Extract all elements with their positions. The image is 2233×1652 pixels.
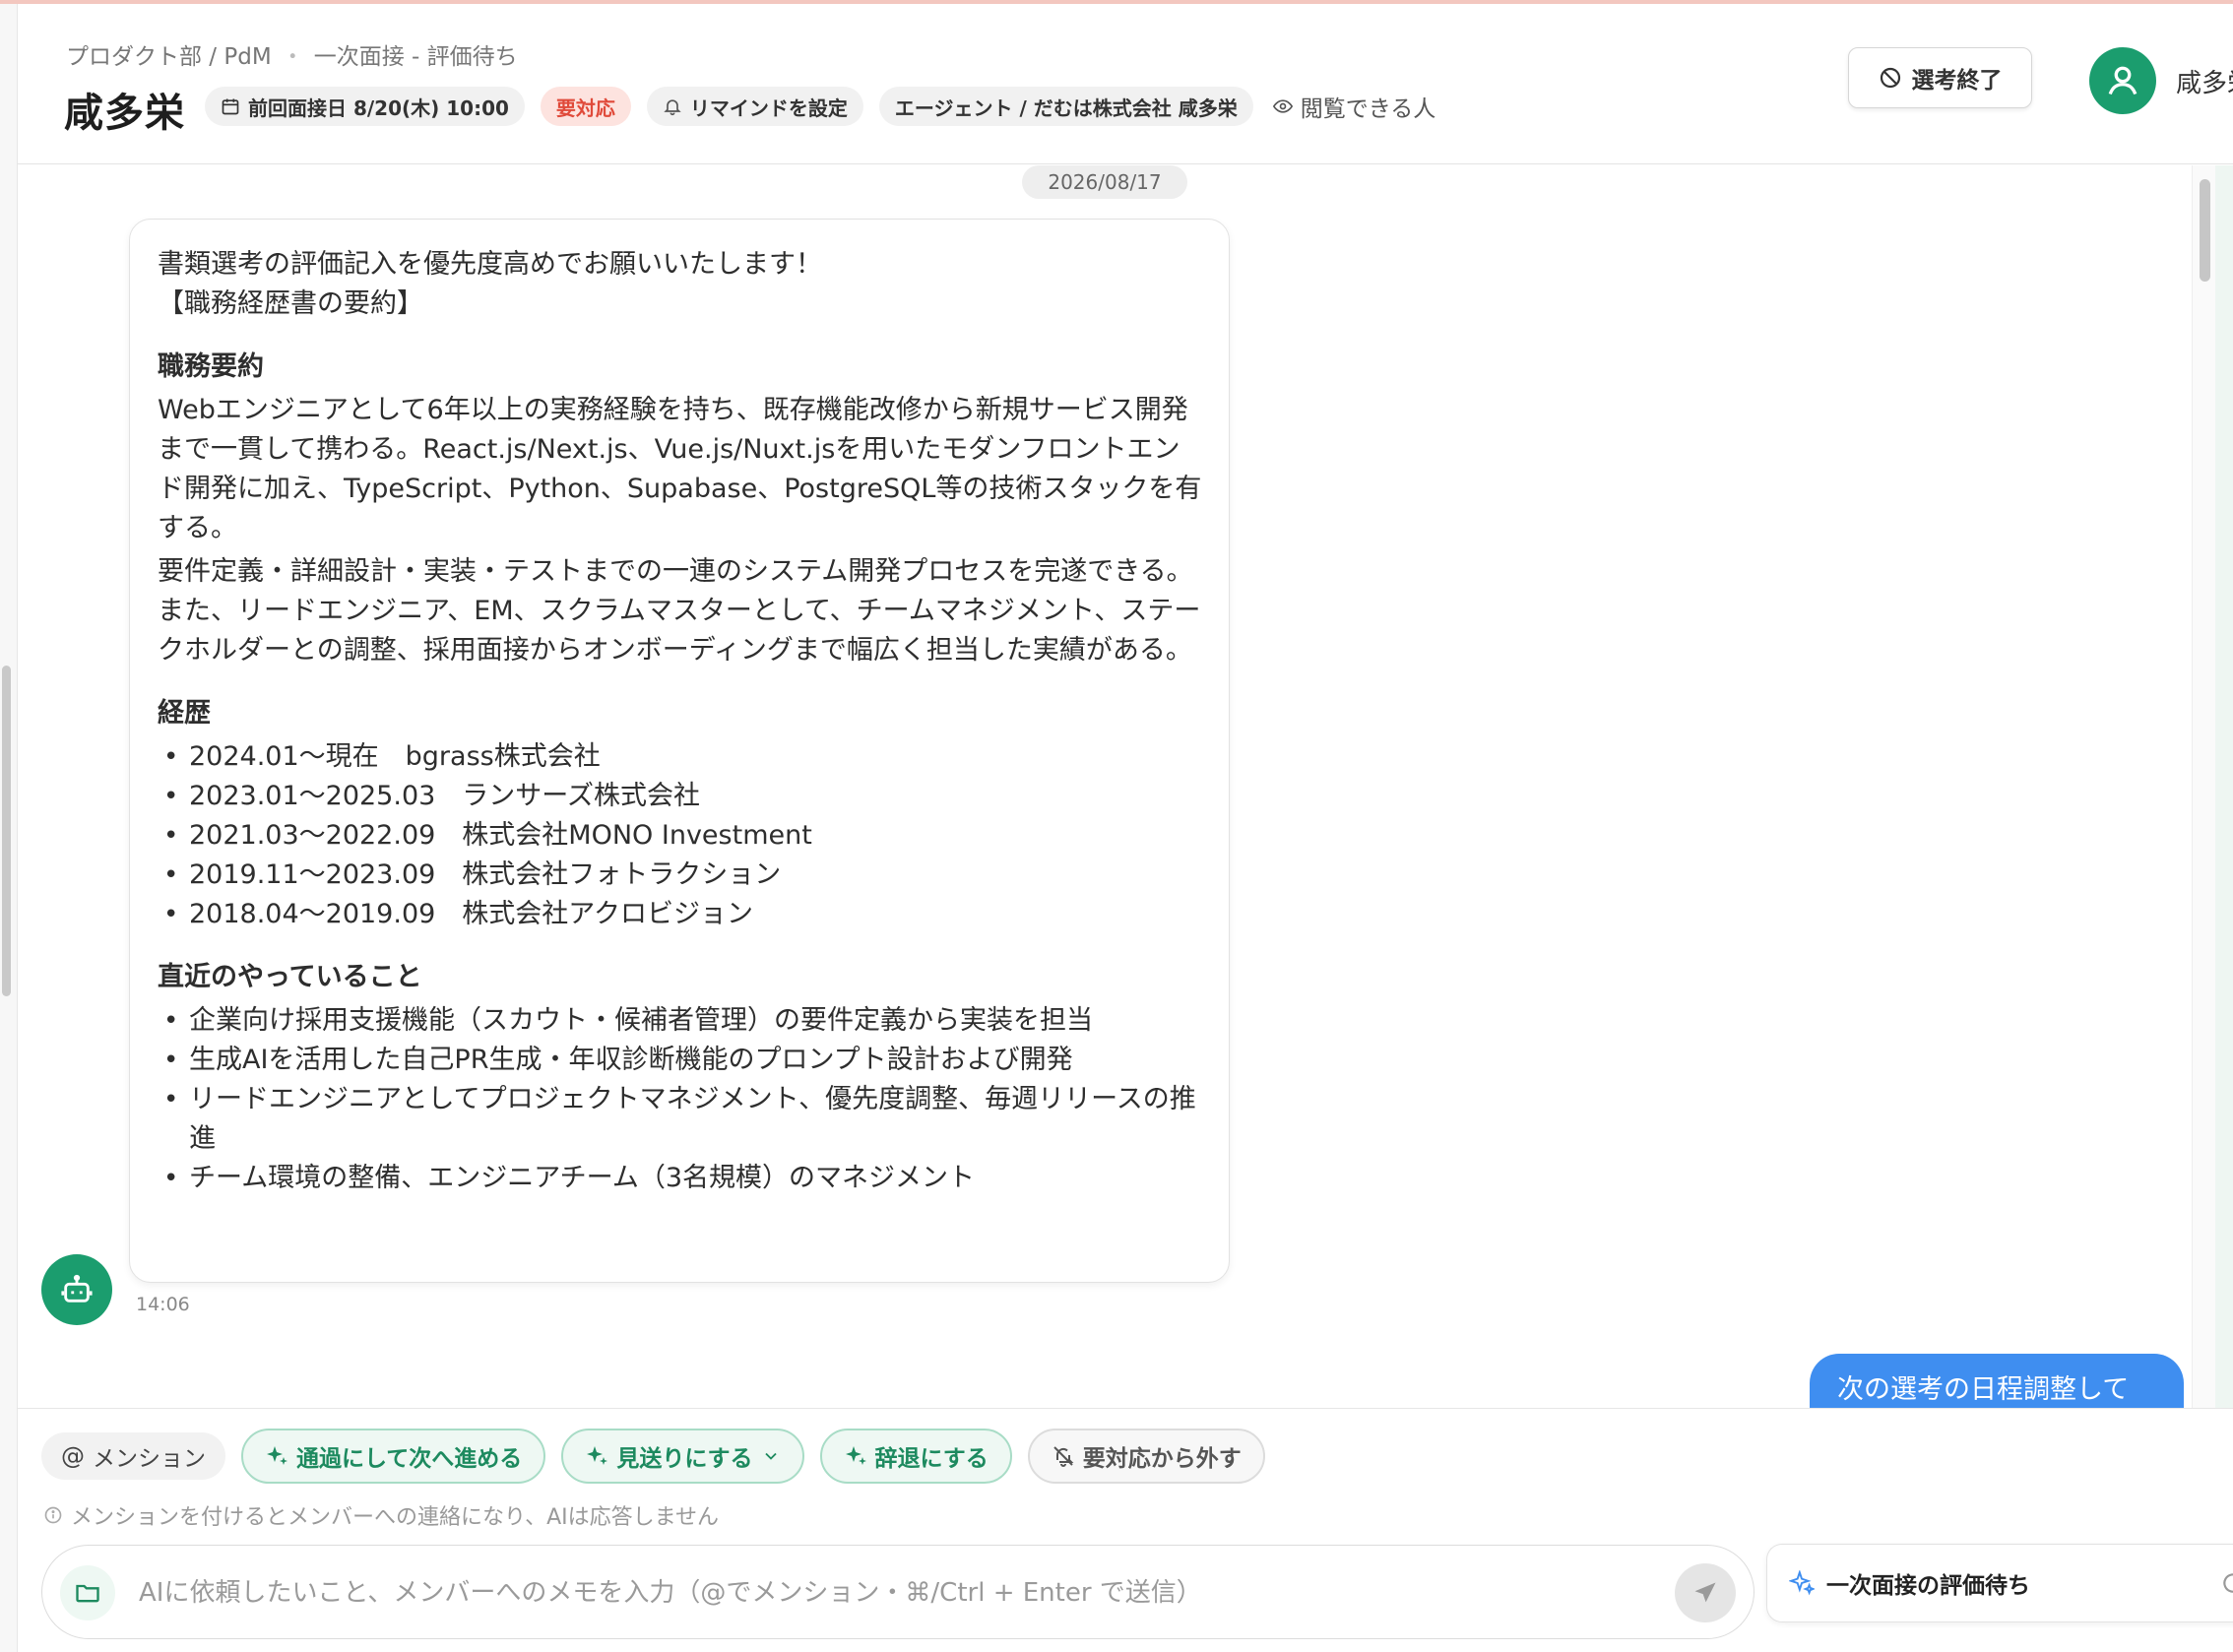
send-button[interactable] <box>1675 1563 1736 1622</box>
summary-paragraph-1: Webエンジニアとして6年以上の実務経験を持ち、既存機能改修から新規サービス開発… <box>158 395 1202 543</box>
history-item: 2019.11〜2023.09 株式会社フォトラクション <box>158 856 1203 895</box>
message-time: 14:06 <box>136 1294 190 1315</box>
sparkle-icon <box>1789 1570 1815 1596</box>
mention-hint: メンションを付けるとメンバーへの連絡になり、AIは応答しません <box>43 1499 719 1531</box>
user-avatar[interactable] <box>2089 47 2156 114</box>
pass-label: 通過にして次へ進める <box>296 1446 523 1472</box>
status-card[interactable]: 一次面接の評価待ち <box>1766 1544 2233 1622</box>
last-interview-label: 前回面接日 8/20(木) 10:00 <box>248 95 509 120</box>
mention-label: メンション <box>93 1446 206 1472</box>
recent-item: チーム環境の整備、エンジニアチーム（3名規模）のマネジメント <box>158 1159 1203 1198</box>
date-separator: 2026/08/17 <box>1022 165 1187 199</box>
reject-label: 見送りにする <box>616 1446 753 1472</box>
urgent-label: 要対応 <box>555 95 615 120</box>
message-section-title: 【職務経歴書の要約】 <box>158 288 423 319</box>
robot-icon <box>61 1274 93 1303</box>
ban-icon <box>1880 67 1900 89</box>
user-icon <box>2108 66 2137 95</box>
history-heading: 経歴 <box>158 698 211 729</box>
viewers-button[interactable]: 閲覧できる人 <box>1269 87 1440 126</box>
chat-scrollbar[interactable] <box>2192 165 2215 1408</box>
chevron-down-icon <box>764 1452 777 1460</box>
calendar-icon <box>222 98 239 115</box>
pass-button[interactable]: 通過にして次へ進める <box>241 1429 546 1484</box>
decline-button[interactable]: 辞退にする <box>819 1429 1012 1484</box>
sparkle-icon <box>267 1446 287 1465</box>
summary-heading: 職務要約 <box>158 351 264 382</box>
quick-actions: @ メンション 通過にして次へ進める 見送りにする 辞退にする 要対応から外す <box>41 1429 1265 1484</box>
at-icon: @ <box>61 1442 85 1470</box>
candidate-name: 咸多栄 <box>64 91 185 136</box>
folder-icon <box>76 1584 99 1603</box>
history-item: 2021.03〜2022.09 株式会社MONO Investment <box>158 816 1203 856</box>
history-item: 2024.01〜現在 bgrass株式会社 <box>158 737 1203 777</box>
info-icon <box>44 1506 62 1524</box>
send-icon <box>1694 1582 1716 1603</box>
page-header: プロダクト部 / PdM ・ 一次面接 - 評価待ち 咸多栄 前回面接日 8/2… <box>18 4 2233 164</box>
viewers-label: 閲覧できる人 <box>1300 96 1436 122</box>
bell-off-icon <box>1053 1446 1074 1467</box>
sparkle-icon <box>587 1446 608 1465</box>
attach-folder-button[interactable] <box>60 1565 115 1620</box>
chat-thread[interactable]: 2026/08/17 書類選考の評価記入を優先度高めでお願いいたします！ 【職務… <box>18 165 2192 1408</box>
refresh-icon[interactable] <box>2220 1570 2233 1596</box>
recent-item: リードエンジニアとしてプロジェクトマネジメント、優先度調整、毎週リリースの推進 <box>158 1080 1203 1159</box>
user-message-bubble: 次の選考の日程調整して <box>1810 1354 2184 1408</box>
sparkle-icon <box>845 1446 866 1465</box>
history-item: 2018.04〜2019.09 株式会社アクロビジョン <box>158 895 1203 934</box>
history-item: 2023.01〜2025.03 ランサーズ株式会社 <box>158 777 1203 816</box>
message-input[interactable] <box>139 1567 1616 1619</box>
reject-button[interactable]: 見送りにする <box>561 1429 804 1484</box>
bell-icon <box>664 99 681 116</box>
mention-button[interactable]: @ メンション <box>41 1432 225 1480</box>
last-interview-chip: 前回面接日 8/20(木) 10:00 <box>205 87 525 126</box>
breadcrumb: プロダクト部 / PdM ・ 一次面接 - 評価待ち <box>66 37 518 71</box>
urgent-badge: 要対応 <box>540 87 631 126</box>
eye-icon <box>1272 99 1293 113</box>
breadcrumb-separator: ・ <box>281 44 304 70</box>
remove-urgent-button[interactable]: 要対応から外す <box>1027 1429 1265 1484</box>
end-selection-label: 選考終了 <box>1911 68 2003 94</box>
message-composer <box>41 1545 1754 1639</box>
recent-item: 生成AIを活用した自己PR生成・年収診断機能のプロンプト設計および開発 <box>158 1041 1203 1080</box>
recent-list: 企業向け採用支援機能（スカウト・候補者管理）の要件定義から実装を担当 生成AIを… <box>158 1001 1203 1198</box>
left-scroll-rail[interactable] <box>0 4 18 1652</box>
chat-scroll-thumb[interactable] <box>2200 179 2210 282</box>
recent-heading: 直近のやっていること <box>158 962 422 992</box>
end-selection-button[interactable]: 選考終了 <box>1848 47 2032 108</box>
bot-avatar <box>41 1254 112 1325</box>
breadcrumb-stage: 一次面接 - 評価待ち <box>313 44 518 70</box>
summary-paragraph-2: 要件定義・詳細設計・実装・テストまでの一連のシステム開発プロセスを完遂できる。ま… <box>158 556 1201 666</box>
agent-chip[interactable]: エージェント / だむは株式会社 咸多栄 <box>878 87 1253 126</box>
right-panel-edge <box>2215 165 2233 1408</box>
breadcrumb-dept[interactable]: プロダクト部 / PdM <box>66 37 272 71</box>
reminder-button[interactable]: リマインドを設定 <box>646 87 863 126</box>
bot-message-bubble: 書類選考の評価記入を優先度高めでお願いいたします！ 【職務経歴書の要約】 職務要… <box>129 219 1230 1283</box>
mention-hint-text: メンションを付けるとメンバーへの連絡になり、AIは応答しません <box>71 1505 720 1530</box>
header-chips: 前回面接日 8/20(木) 10:00 要対応 リマインドを設定 エージェント … <box>205 87 1439 126</box>
left-scroll-thumb[interactable] <box>2 666 11 996</box>
user-name: 咸多栄 <box>2176 69 2233 98</box>
history-list: 2024.01〜現在 bgrass株式会社 2023.01〜2025.03 ラン… <box>158 737 1203 934</box>
message-intro: 書類選考の評価記入を優先度高めでお願いいたします！ <box>158 249 822 280</box>
recent-item: 企業向け採用支援機能（スカウト・候補者管理）の要件定義から実装を担当 <box>158 1001 1203 1041</box>
reminder-label: リマインドを設定 <box>689 95 848 120</box>
status-card-label: 一次面接の評価待ち <box>1826 1573 2030 1599</box>
remove-urgent-label: 要対応から外す <box>1082 1446 1242 1472</box>
decline-label: 辞退にする <box>874 1446 989 1472</box>
agent-label: エージェント / だむは株式会社 咸多栄 <box>894 95 1238 120</box>
composer-area: @ メンション 通過にして次へ進める 見送りにする 辞退にする 要対応から外す … <box>18 1408 2233 1652</box>
